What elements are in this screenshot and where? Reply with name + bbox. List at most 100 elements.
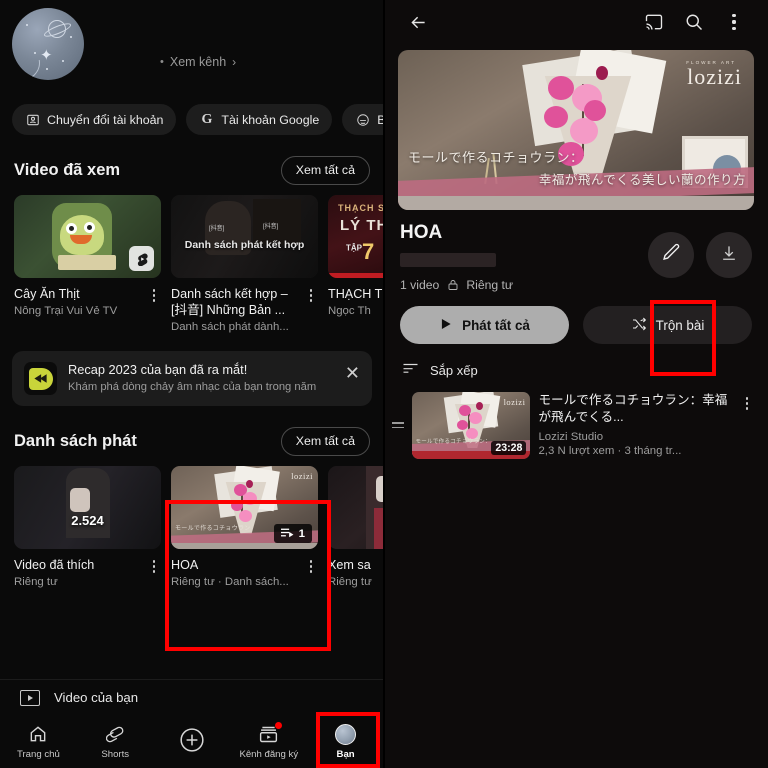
video-card[interactable]: THẠCH S. LÝ TH TẬP7 THẠCH THANH Ngọc Th	[328, 195, 384, 335]
playlist-thumbnail[interactable]: lozizi モールで作るコチョウラン 1	[171, 466, 318, 550]
left-panel-account-page: ✦ • Xem kênh › Chuyển đổi tài khoản G Tà…	[0, 0, 384, 768]
thumb-text-sup: TẬP	[346, 243, 362, 253]
playlist-thumbnail[interactable]: 2.524	[14, 466, 161, 550]
video-meta: Danh sách kết hợp – [抖音] Những Bản ... D…	[171, 286, 318, 335]
video-card[interactable]: Cây Ăn Thịt Nông Trại Vui Vẻ TV	[14, 195, 161, 335]
edit-playlist-button[interactable]	[648, 232, 694, 278]
play-icon	[439, 317, 453, 334]
sort-icon	[402, 361, 419, 380]
sort-row[interactable]: Sắp xếp	[384, 344, 768, 380]
playlist-card-hoa[interactable]: lozizi モールで作るコチョウラン 1 HOA Riêng tư · Dan…	[171, 466, 318, 590]
playlist-count: 1	[298, 527, 305, 540]
see-all-watched-button[interactable]: Xem tất cả	[280, 155, 370, 185]
account-header: ✦ • Xem kênh ›	[0, 0, 384, 96]
chip-switch-account[interactable]: Chuyển đổi tài khoản	[12, 104, 177, 135]
back-arrow-icon[interactable]	[398, 2, 438, 42]
cast-icon[interactable]	[634, 2, 674, 42]
video-more-icon[interactable]	[304, 286, 318, 335]
video-meta: THẠCH THANH Ngọc Th	[328, 286, 384, 319]
star-dot	[70, 36, 72, 38]
playlist-video-item[interactable]: lozizi モールで作るコチョウラン： 23:28 モールで作るコチョウラン：…	[384, 380, 768, 459]
video-thumbnail[interactable]: [抖音] [抖音] Danh sách phát kết hợp	[171, 195, 318, 278]
watermark-lozizi: lozizi	[687, 64, 742, 89]
video-thumbnail[interactable]	[14, 195, 161, 278]
nav-label: Trang chủ	[16, 749, 60, 760]
playlist-more-icon[interactable]	[304, 557, 318, 590]
your-videos-label: Video của bạn	[54, 690, 139, 705]
watched-videos-row[interactable]: Cây Ăn Thịt Nông Trại Vui Vẻ TV [抖音] [抖音…	[0, 185, 384, 335]
drag-handle-icon[interactable]	[392, 392, 405, 429]
playlist-topbar	[384, 0, 768, 44]
account-chip-row: Chuyển đổi tài khoản G Tài khoản Google …	[0, 104, 384, 135]
thumbnail-art: [抖音] [抖音] Danh sách phát kết hợp	[171, 195, 318, 278]
search-icon[interactable]	[674, 2, 714, 42]
plus-circle-icon	[179, 727, 205, 752]
video-meta: Cây Ăn Thịt Nông Trại Vui Vẻ TV	[14, 286, 161, 319]
your-videos-row[interactable]: Video của bạn	[0, 679, 384, 715]
home-icon	[28, 723, 48, 745]
section-header-watched: Video đã xem Xem tất cả	[0, 155, 384, 185]
shorts-icon	[105, 723, 125, 745]
video-subtitle: Nông Trại Vui Vẻ TV	[14, 305, 118, 318]
playlist-info: HOA 1 video Riêng tư	[384, 210, 768, 292]
playlist-card-liked[interactable]: 2.524 Video đã thích Riêng tư	[14, 466, 161, 590]
video-more-icon[interactable]	[740, 392, 754, 410]
nav-item-create[interactable]	[154, 715, 231, 768]
playlists-row[interactable]: 2.524 Video đã thích Riêng tư lozizi モール…	[0, 456, 384, 590]
watermark-lozizi: lozizi	[503, 397, 526, 407]
chip-google-account[interactable]: G Tài khoản Google	[186, 104, 333, 135]
playlist-count-overlay: 2.524	[71, 513, 104, 529]
chip-label: Chuyển đổi tài khoản	[47, 112, 164, 127]
video-card[interactable]: [抖音] [抖音] Danh sách phát kết hợp Danh sá…	[171, 195, 318, 335]
download-playlist-button[interactable]	[706, 232, 752, 278]
subscriptions-icon	[258, 722, 283, 745]
more-vertical-icon[interactable]	[714, 2, 754, 42]
playlist-title: HOA	[171, 558, 199, 573]
nav-item-subscriptions[interactable]: Kênh đăng ký	[230, 715, 307, 768]
thumbnail-art	[328, 466, 384, 550]
nav-label: Shorts	[101, 749, 130, 760]
avatar[interactable]: ✦	[12, 8, 84, 80]
playlist-thumbnail[interactable]	[328, 466, 384, 550]
see-all-playlists-button[interactable]: Xem tất cả	[280, 426, 370, 456]
play-all-button[interactable]: Phát tất cả	[400, 306, 569, 344]
video-channel: Lozizi Studio	[538, 430, 604, 443]
chip-incognito[interactable]: Bật C	[342, 104, 384, 135]
thumb-text: 7	[362, 239, 375, 264]
nav-item-home[interactable]: Trang chủ	[0, 715, 77, 768]
star-icon: ✦	[40, 47, 53, 64]
thumb-text: LÝ TH	[340, 217, 384, 234]
right-panel-playlist-detail: FLOWER ART lozizi モールで作るコチョウラン： 幸福が飛んでくる…	[384, 0, 768, 768]
playlist-count-badge: 1	[273, 524, 312, 544]
video-play-icon	[20, 689, 40, 706]
video-more-icon[interactable]	[147, 286, 161, 319]
download-icon	[719, 243, 739, 268]
shuffle-button[interactable]: Trộn bài	[583, 306, 752, 344]
shuffle-icon	[631, 316, 647, 335]
close-icon[interactable]: ✕	[339, 362, 360, 382]
video-title: モールで作るコチョウラン：幸福が飛んでくる...	[538, 393, 728, 424]
video-duration: 23:28	[491, 441, 527, 455]
nav-item-you[interactable]: Bạn	[307, 715, 384, 768]
nav-item-shorts[interactable]: Shorts	[77, 715, 154, 768]
playlist-card-watch-later[interactable]: Xem sa Riêng tư	[328, 466, 384, 590]
recap-banner[interactable]: Recap 2023 của bạn đã ra mắt! Khám phá d…	[12, 351, 372, 407]
video-thumbnail[interactable]: lozizi モールで作るコチョウラン： 23:28	[412, 392, 531, 459]
thumbnail-caption: モールで作るコチョウラン	[175, 526, 251, 533]
play-all-label: Phát tất cả	[462, 317, 530, 333]
section-header-playlists: Danh sách phát Xem tất cả	[0, 426, 384, 456]
playlist-actions: Phát tất cả Trộn bài	[384, 292, 768, 344]
video-title: Danh sách kết hợp – [抖音] Những Bản ...	[171, 287, 288, 318]
video-subtitle: Ngọc Th	[328, 305, 371, 318]
playlist-more-icon[interactable]	[147, 557, 161, 590]
thumbnail-caption: モールで作るコチョウラン：	[415, 439, 491, 445]
thumbnail-art: THẠCH S. LÝ TH TẬP7	[328, 195, 384, 278]
playlist-subtitle: Riêng tư · Danh sách...	[171, 576, 289, 589]
section-title: Danh sách phát	[14, 431, 137, 450]
lock-icon	[446, 279, 459, 292]
playlist-stats: 1 video Riêng tư	[400, 278, 752, 292]
recap-title: Recap 2023 của bạn đã ra mắt!	[68, 362, 248, 378]
view-channel-link[interactable]: • Xem kênh ›	[160, 55, 236, 69]
playlist-subtitle: Riêng tư	[14, 576, 58, 589]
video-thumbnail[interactable]: THẠCH S. LÝ TH TẬP7	[328, 195, 384, 278]
